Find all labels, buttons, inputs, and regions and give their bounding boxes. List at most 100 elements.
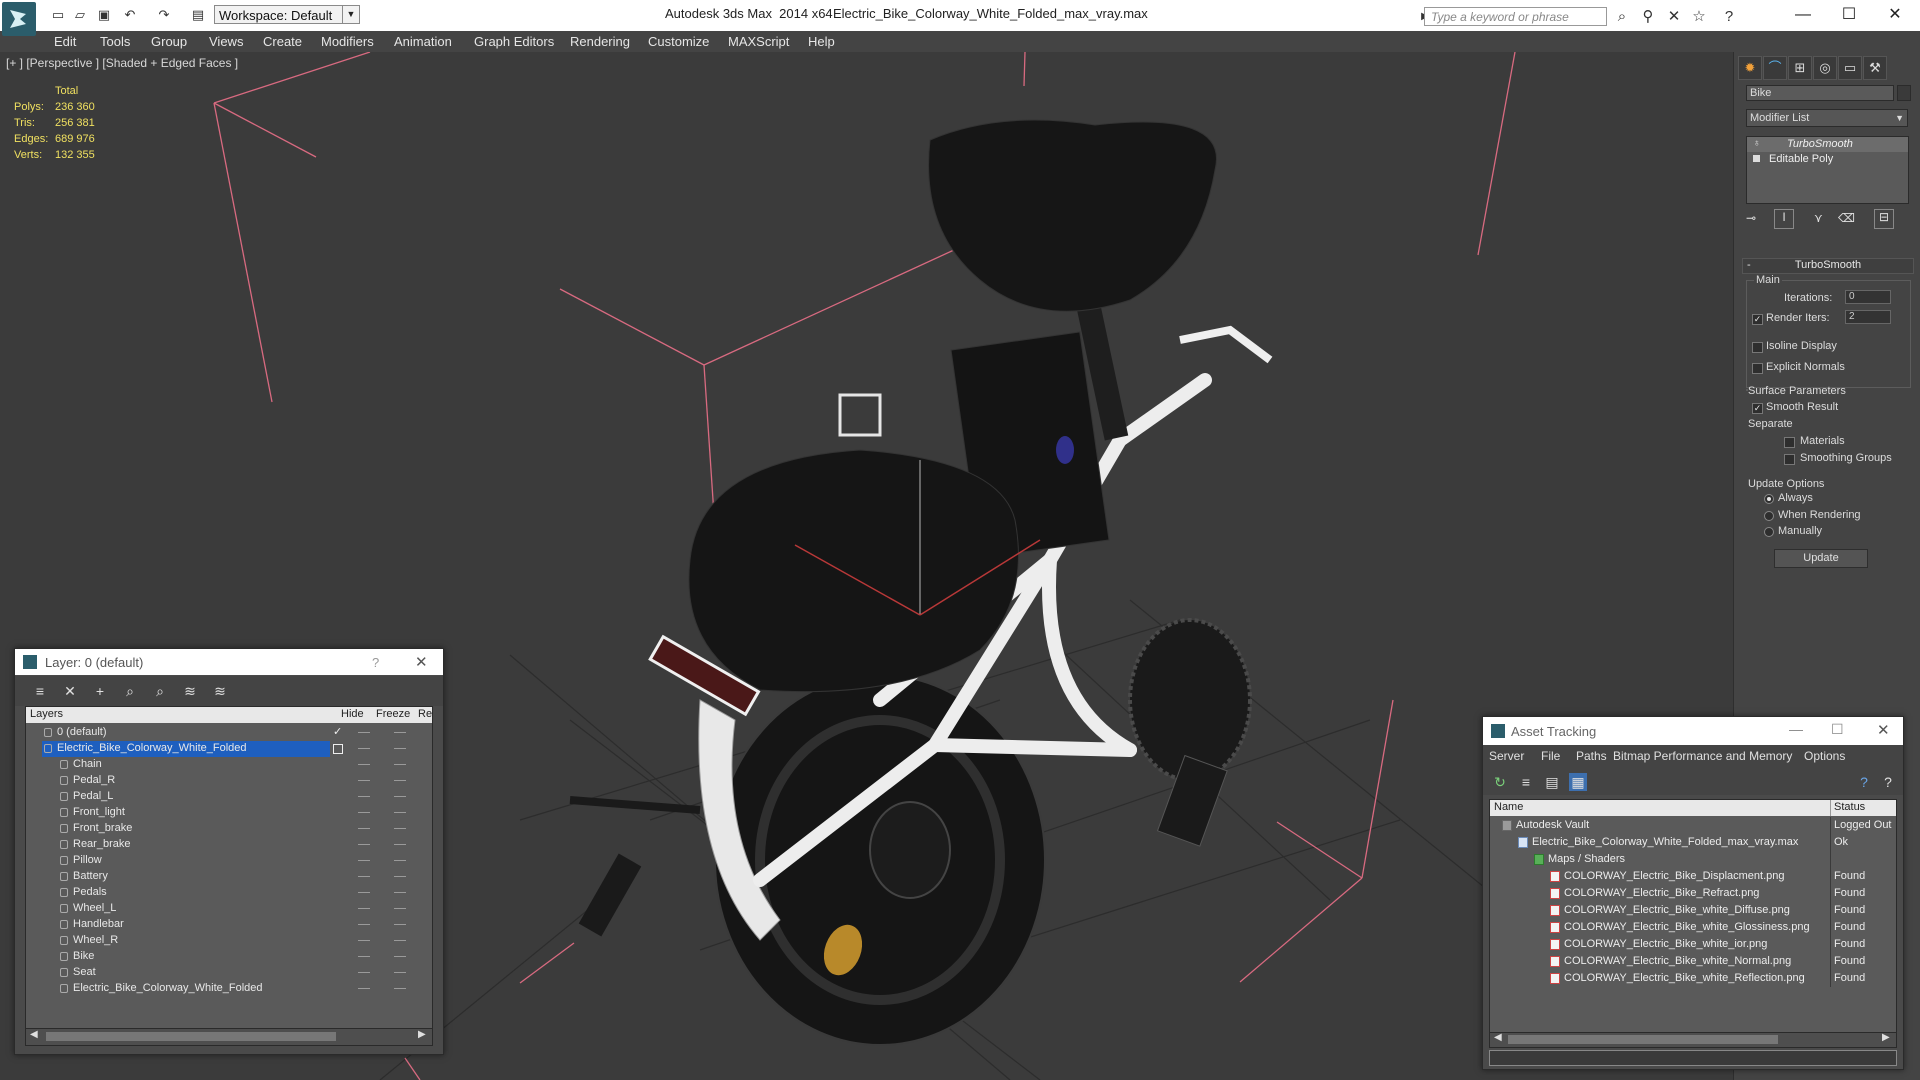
column-hide[interactable]: Hide — [341, 708, 364, 720]
smooth-result-checkbox[interactable]: ✓ — [1752, 403, 1763, 414]
active-layer-check-icon[interactable]: ✓ — [333, 725, 342, 738]
stack-item-turbosmooth[interactable]: ♁ TurboSmooth — [1747, 137, 1908, 152]
freeze-toggle[interactable] — [394, 876, 406, 877]
manually-radio[interactable] — [1764, 527, 1774, 537]
menu-group[interactable]: Group — [151, 34, 187, 49]
hide-toggle[interactable] — [358, 732, 370, 733]
always-radio[interactable] — [1764, 494, 1774, 504]
scroll-right-icon[interactable]: ▶ — [1882, 1032, 1890, 1043]
vault-help-icon[interactable]: ? — [1855, 773, 1873, 791]
minimize-button[interactable]: — — [1780, 0, 1826, 30]
when-rendering-radio[interactable] — [1764, 511, 1774, 521]
hide-toggle[interactable] — [358, 988, 370, 989]
hide-all-icon[interactable]: ≋ — [181, 682, 199, 700]
iterations-spinner[interactable]: 0 — [1845, 290, 1891, 304]
utilities-tab-icon[interactable]: ⚒ — [1863, 56, 1887, 80]
layer-row[interactable]: Battery — [26, 869, 432, 885]
layer-row[interactable]: Pedal_L — [26, 789, 432, 805]
modifier-list-dropdown[interactable]: Modifier List ▼ — [1746, 109, 1908, 127]
pin-stack-icon[interactable]: ⊸ — [1746, 211, 1756, 225]
make-unique-icon[interactable]: ⋎ — [1814, 211, 1823, 225]
stack-item-editable-poly[interactable]: Editable Poly — [1747, 152, 1908, 167]
viewport-label[interactable]: [+ ] [Perspective ] [Shaded + Edged Face… — [6, 56, 238, 70]
layer-row[interactable]: Electric_Bike_Colorway_White_Folded — [26, 741, 432, 757]
display-tab-icon[interactable]: ▭ — [1838, 56, 1862, 80]
project-folder-icon[interactable]: ▤ — [188, 6, 208, 24]
menu-modifiers[interactable]: Modifiers — [321, 34, 374, 49]
app-logo-icon[interactable] — [2, 2, 36, 36]
scroll-left-icon[interactable]: ◀ — [1494, 1032, 1502, 1043]
asset-row[interactable]: COLORWAY_Electric_Bike_Refract.png Found — [1490, 885, 1896, 902]
asset-help-icon[interactable]: ? — [1879, 773, 1897, 791]
freeze-toggle[interactable] — [394, 844, 406, 845]
hide-toggle[interactable] — [358, 908, 370, 909]
close-icon[interactable]: ✕ — [415, 653, 428, 671]
column-status[interactable]: Status — [1834, 801, 1865, 813]
column-layers[interactable]: Layers — [30, 708, 63, 720]
hierarchy-tab-icon[interactable]: ⊞ — [1788, 56, 1812, 80]
freeze-toggle[interactable] — [394, 892, 406, 893]
asset-row[interactable]: Maps / Shaders — [1490, 851, 1896, 868]
table-view-icon[interactable]: ▦ — [1569, 773, 1587, 791]
layer-row[interactable]: Seat — [26, 965, 432, 981]
layer-row[interactable]: Electric_Bike_Colorway_White_Folded — [26, 981, 432, 997]
menu-maxscript[interactable]: MAXScript — [728, 34, 789, 49]
turbosmooth-rollout-header[interactable]: - TurboSmooth — [1742, 258, 1914, 274]
hide-toggle[interactable] — [358, 780, 370, 781]
redo-icon[interactable]: ↷ — [154, 6, 174, 24]
freeze-toggle[interactable] — [394, 732, 406, 733]
layer-row[interactable]: Handlebar — [26, 917, 432, 933]
hide-toggle[interactable] — [358, 812, 370, 813]
expand-icon[interactable] — [1753, 155, 1760, 162]
scroll-right-icon[interactable]: ▶ — [418, 1029, 426, 1040]
horizontal-scrollbar[interactable]: ◀ ▶ — [25, 1028, 433, 1046]
subscription-icon[interactable]: ⚲ — [1638, 7, 1658, 27]
remove-modifier-icon[interactable]: ⌫ — [1838, 211, 1855, 225]
hide-toggle[interactable] — [358, 924, 370, 925]
asset-row[interactable]: COLORWAY_Electric_Bike_white_Glossiness.… — [1490, 919, 1896, 936]
current-layer-box-icon[interactable] — [333, 744, 343, 754]
asset-menu-server[interactable]: Server — [1489, 749, 1524, 763]
update-button[interactable]: Update — [1774, 549, 1868, 568]
binoculars-icon[interactable]: ⌕ — [1612, 7, 1632, 27]
scrollbar-thumb[interactable] — [1508, 1035, 1778, 1044]
freeze-toggle[interactable] — [394, 812, 406, 813]
column-freeze[interactable]: Freeze — [376, 708, 410, 720]
delete-layer-icon[interactable]: ✕ — [61, 682, 79, 700]
layer-row[interactable]: Bike — [26, 949, 432, 965]
render-iters-spinner[interactable]: 2 — [1845, 310, 1891, 324]
detail-view-icon[interactable]: ▤ — [1543, 773, 1561, 791]
help-icon[interactable]: ? — [1719, 7, 1739, 27]
hide-toggle[interactable] — [358, 876, 370, 877]
hide-toggle[interactable] — [358, 940, 370, 941]
show-end-result-icon[interactable]: I — [1774, 209, 1794, 229]
asset-row[interactable]: COLORWAY_Electric_Bike_white_Reflection.… — [1490, 970, 1896, 987]
asset-path-field[interactable] — [1489, 1050, 1897, 1066]
asset-row[interactable]: COLORWAY_Electric_Bike_Displacment.png Fo… — [1490, 868, 1896, 885]
menu-views[interactable]: Views — [209, 34, 243, 49]
smoothing-groups-checkbox[interactable] — [1784, 454, 1795, 465]
chevron-down-icon[interactable]: ▼ — [342, 5, 359, 24]
light-bulb-icon[interactable]: ♁ — [1753, 138, 1761, 149]
asset-row[interactable]: COLORWAY_Electric_Bike_white_ior.png Foun… — [1490, 936, 1896, 953]
modify-tab-icon[interactable]: ⌒ — [1763, 56, 1787, 80]
freeze-toggle[interactable] — [394, 924, 406, 925]
menu-rendering[interactable]: Rendering — [570, 34, 630, 49]
save-icon[interactable]: ▣ — [94, 6, 114, 24]
freeze-toggle[interactable] — [394, 828, 406, 829]
hide-toggle[interactable] — [358, 828, 370, 829]
layer-row[interactable]: 0 (default) ✓ — [26, 725, 432, 741]
layer-row[interactable]: Pedal_R — [26, 773, 432, 789]
hide-toggle[interactable] — [358, 764, 370, 765]
menu-tools[interactable]: Tools — [100, 34, 130, 49]
undo-icon[interactable]: ↶ — [120, 6, 140, 24]
object-name-field[interactable]: Bike — [1746, 85, 1894, 101]
layer-row[interactable]: Chain — [26, 757, 432, 773]
new-file-icon[interactable]: ▭ — [48, 6, 68, 24]
render-iters-checkbox[interactable]: ✓ — [1752, 314, 1763, 325]
menu-help[interactable]: Help — [808, 34, 835, 49]
layer-row[interactable]: Rear_brake — [26, 837, 432, 853]
freeze-toggle[interactable] — [394, 860, 406, 861]
list-view-icon[interactable]: ≡ — [1517, 773, 1535, 791]
materials-checkbox[interactable] — [1784, 437, 1795, 448]
